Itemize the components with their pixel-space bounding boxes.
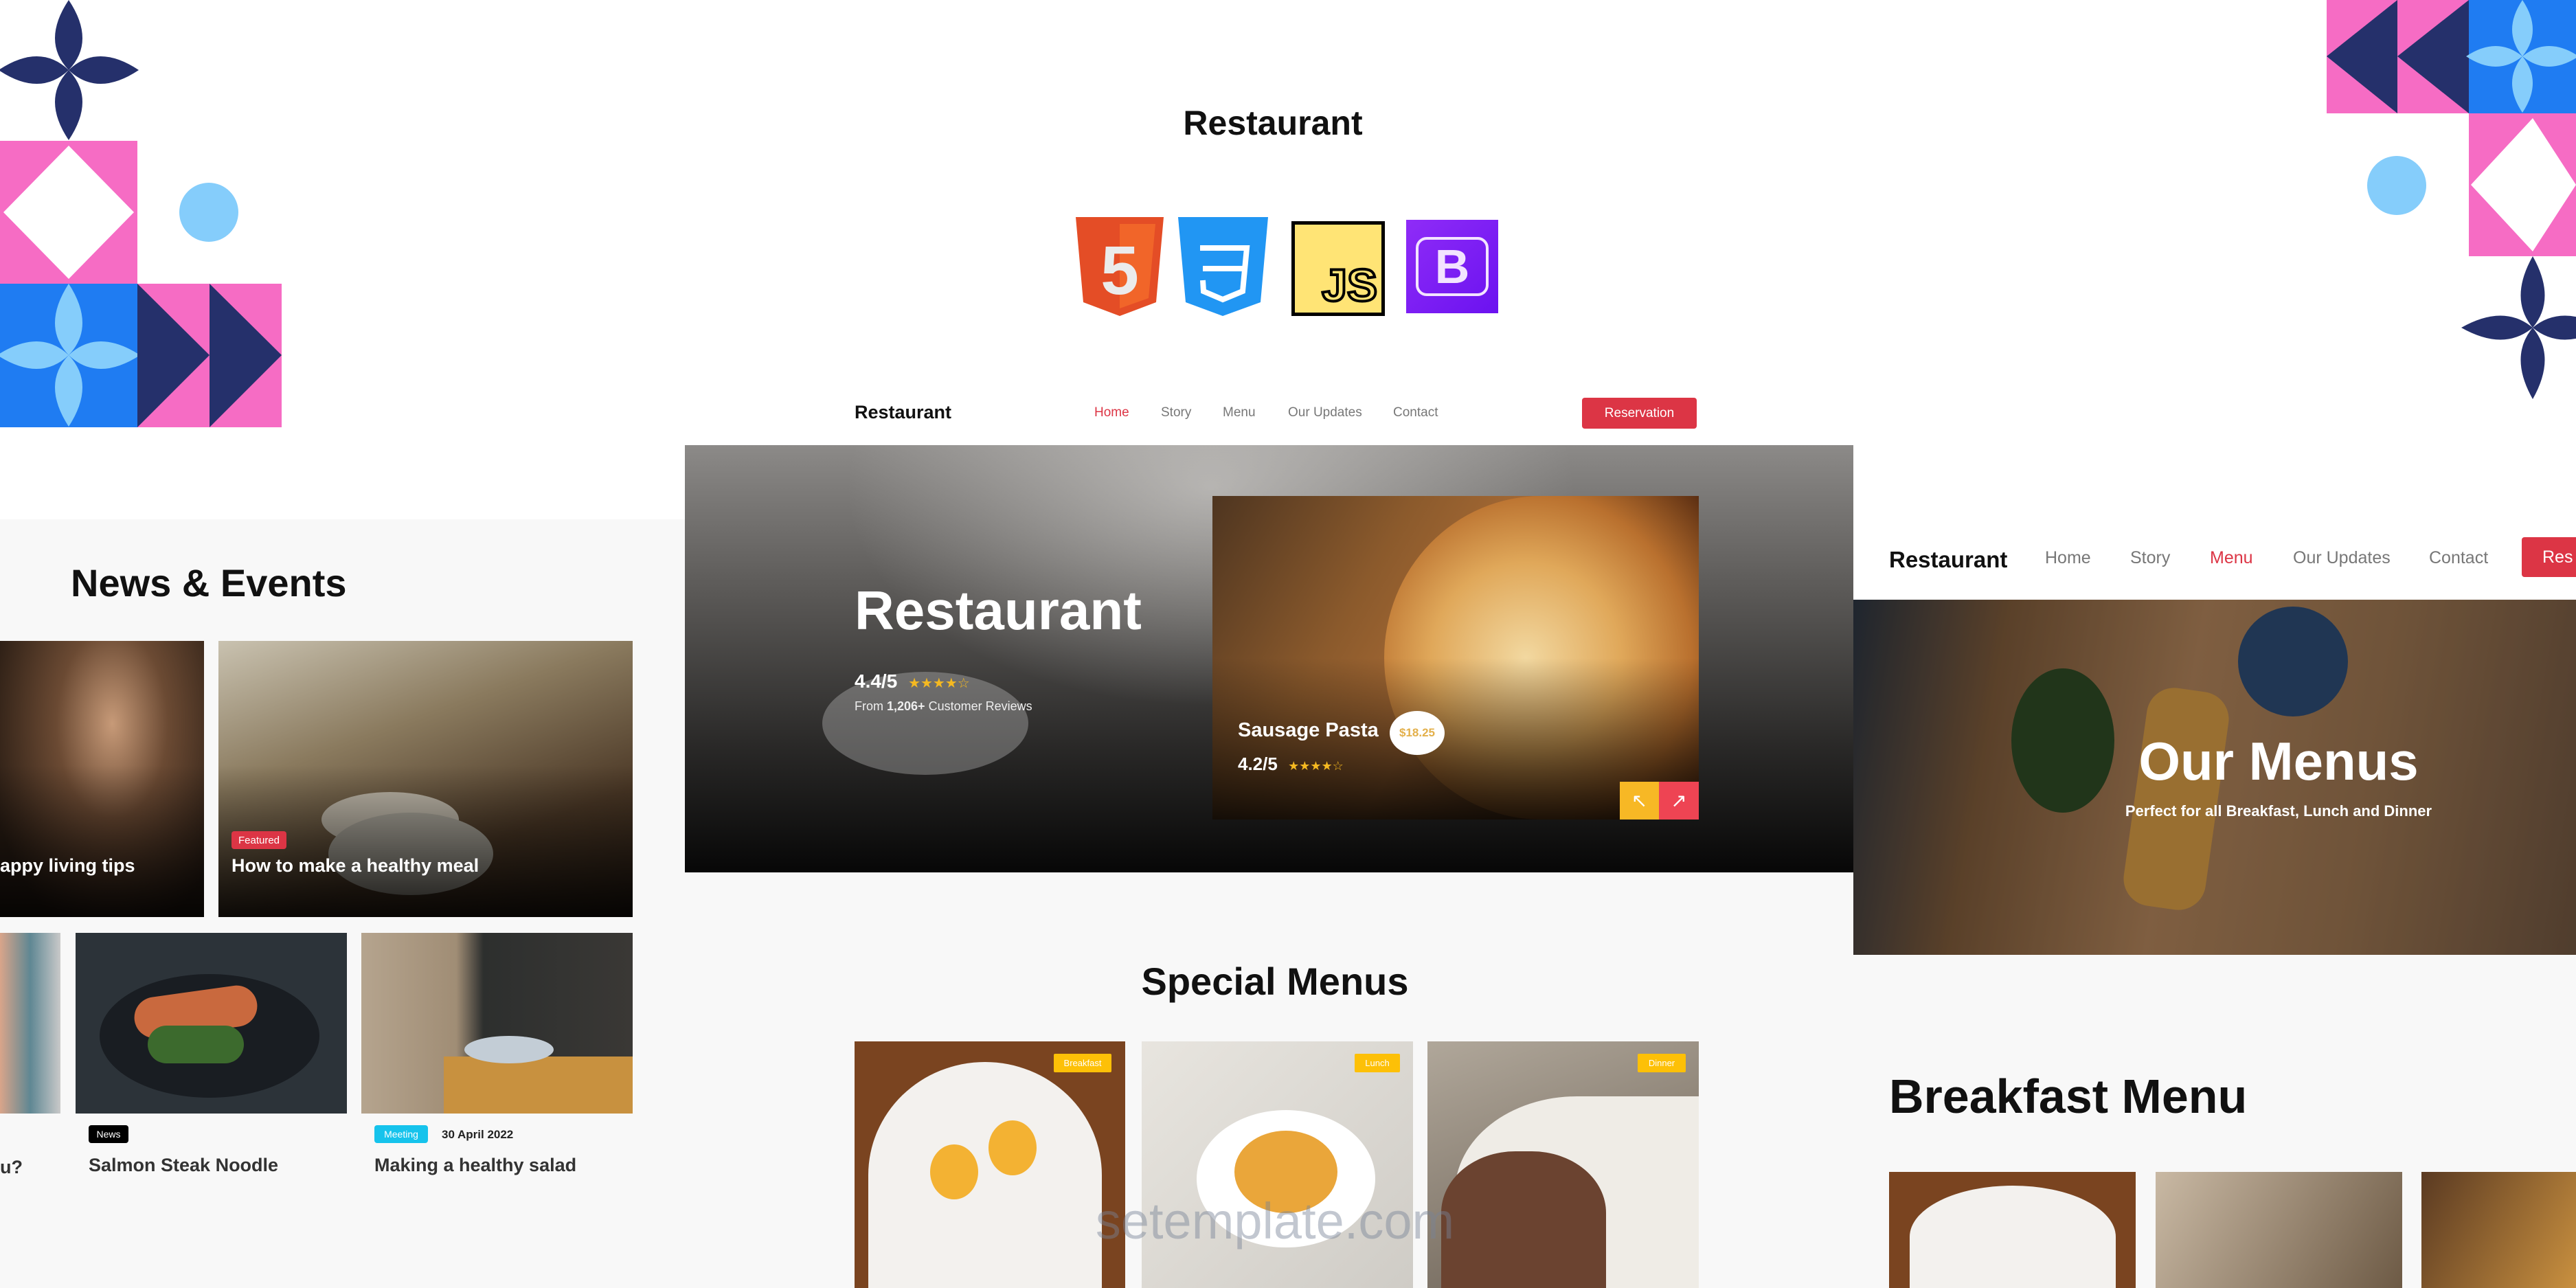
nav-our-updates[interactable]: Our Updates: [1288, 405, 1362, 420]
news-post-image[interactable]: [0, 933, 60, 1114]
page-title: Restaurant: [1183, 104, 1363, 142]
meeting-tag: Meeting: [374, 1125, 428, 1143]
navbar: Restaurant Home Story Menu Our Updates C…: [685, 385, 1853, 445]
brand-logo[interactable]: Restaurant: [1889, 547, 2007, 573]
home-mockup: Restaurant Home Story Menu Our Updates C…: [685, 385, 1853, 1288]
dish-rating-stars: ★★★★☆: [1288, 759, 1344, 773]
news-tag: News: [89, 1125, 128, 1143]
nav-menu[interactable]: Menu: [1223, 405, 1256, 420]
special-menus-title: Special Menus: [1141, 960, 1409, 1003]
menu-card-breakfast[interactable]: Breakfast: [855, 1041, 1125, 1288]
css3-logo: [1178, 217, 1268, 316]
news-post-date: 30 April 2022: [442, 1128, 514, 1141]
news-post-image[interactable]: [76, 933, 347, 1114]
menu-tag: Breakfast: [1054, 1054, 1111, 1072]
nav-menu[interactable]: Menu: [2210, 548, 2253, 568]
decorative-pattern-left: [0, 0, 282, 427]
brand-logo[interactable]: Restaurant: [855, 402, 951, 423]
news-card-title[interactable]: appy living tips: [0, 855, 135, 877]
menu-card-dinner[interactable]: Dinner: [1427, 1041, 1699, 1288]
bootstrap-logo: B: [1406, 220, 1498, 313]
featured-dish-card[interactable]: Sausage Pasta $18.25 4.2/5 ★★★★☆: [1212, 496, 1699, 820]
watermark: setemplate.com: [1095, 1193, 1455, 1250]
menu-hero-title: Our Menus: [2138, 731, 2419, 791]
breakfast-item-card[interactable]: [2156, 1172, 2402, 1288]
dish-rating: 4.2/5 ★★★★☆: [1238, 754, 1344, 774]
news-card-title[interactable]: How to make a healthy meal: [231, 855, 479, 877]
navbar: Restaurant Home Story Menu Our Updates C…: [1853, 519, 2576, 600]
nav-story[interactable]: Story: [1161, 405, 1191, 420]
breakfast-item-card[interactable]: [2421, 1172, 2576, 1288]
hero-title: Restaurant: [855, 580, 1142, 641]
menu-mockup: Restaurant Home Story Menu Our Updates C…: [1853, 519, 2576, 1288]
nav-our-updates[interactable]: Our Updates: [2293, 548, 2391, 568]
nav-home[interactable]: Home: [1094, 405, 1129, 420]
decorative-pattern-right: [2327, 0, 2576, 399]
menu-tag: Lunch: [1355, 1054, 1400, 1072]
breakfast-menu-title: Breakfast Menu: [1889, 1070, 2248, 1123]
dish-price-badge: $18.25: [1390, 711, 1445, 755]
decorative-circle-left: [179, 183, 238, 242]
reservation-button[interactable]: Res: [2522, 537, 2576, 577]
prev-arrow-button[interactable]: ↖: [1620, 782, 1659, 820]
hero: Restaurant 4.4/5 ★★★★☆ From 1,206+ Custo…: [685, 445, 1853, 872]
news-post-title[interactable]: u?: [0, 1157, 23, 1178]
reservation-button[interactable]: Reservation: [1582, 398, 1697, 429]
news-post-title[interactable]: Salmon Steak Noodle: [89, 1155, 278, 1176]
featured-tag: Featured: [231, 831, 286, 849]
hero-rating: 4.4/5 ★★★★☆: [855, 670, 970, 692]
nav-story[interactable]: Story: [2130, 548, 2170, 568]
javascript-logo: JS: [1291, 221, 1385, 316]
news-section-title: News & Events: [71, 561, 347, 605]
menu-hero-subtitle: Perfect for all Breakfast, Lunch and Din…: [2125, 802, 2432, 820]
menu-tag: Dinner: [1638, 1054, 1686, 1072]
nav-contact[interactable]: Contact: [1393, 405, 1438, 420]
menu-hero: Our Menus Perfect for all Breakfast, Lun…: [1853, 600, 2576, 955]
html5-logo: 5: [1076, 217, 1164, 316]
news-card-featured[interactable]: appy living tips: [0, 641, 204, 917]
menu-card-lunch[interactable]: Lunch: [1142, 1041, 1413, 1288]
rating-value: 4.4/5: [855, 670, 898, 692]
rating-stars: ★★★★☆: [908, 676, 970, 691]
svg-text:5: 5: [1100, 232, 1139, 309]
nav-contact[interactable]: Contact: [2429, 548, 2488, 568]
breakfast-item-card[interactable]: [1889, 1172, 2136, 1288]
arrow-up-left-icon: ↖: [1631, 790, 1648, 811]
arrow-up-right-icon: ↗: [1671, 790, 1687, 811]
news-post-title[interactable]: Making a healthy salad: [374, 1155, 576, 1176]
nav-home[interactable]: Home: [2045, 548, 2091, 568]
news-card-featured[interactable]: Featured How to make a healthy meal: [218, 641, 633, 917]
next-arrow-button[interactable]: ↗: [1659, 782, 1699, 820]
decorative-circle-right: [2367, 156, 2426, 215]
news-post-image[interactable]: [361, 933, 633, 1114]
dish-name: Sausage Pasta: [1238, 719, 1379, 741]
news-mockup: News & Events appy living tips Featured …: [0, 519, 685, 1288]
review-count: From 1,206+ Customer Reviews: [855, 699, 1032, 713]
